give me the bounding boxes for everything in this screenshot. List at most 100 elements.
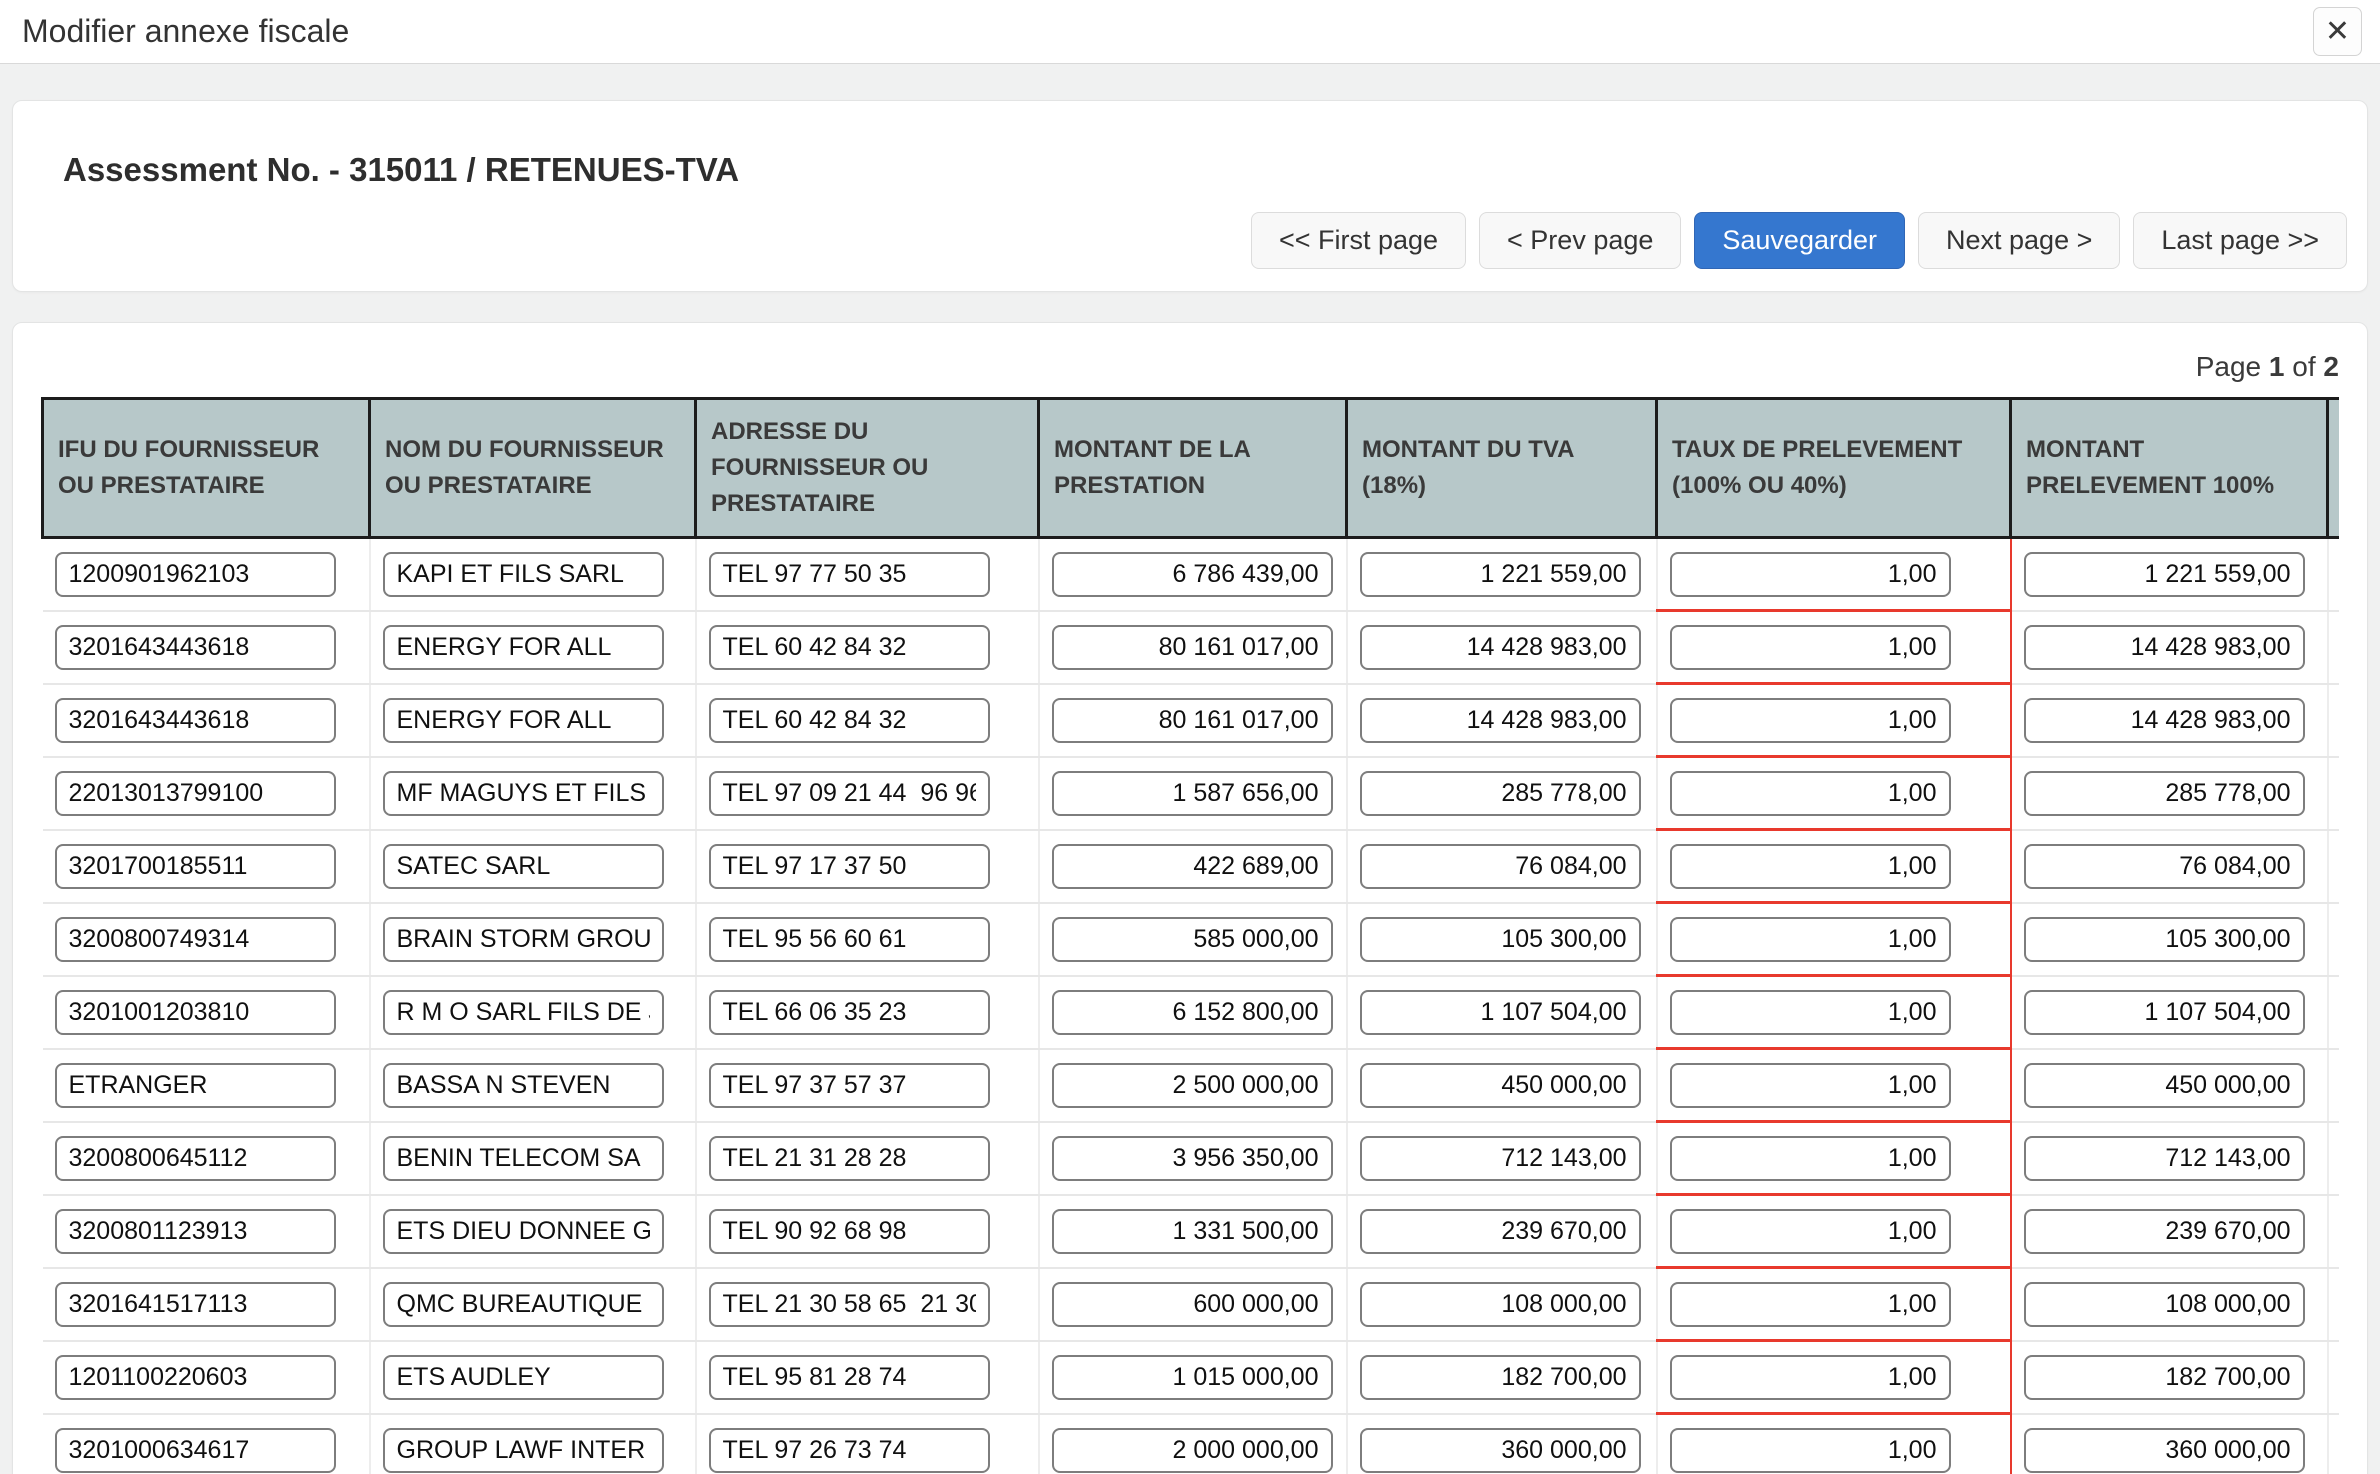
cell-input-col4[interactable] — [1052, 1428, 1333, 1473]
cell-input-col2[interactable] — [383, 1282, 664, 1327]
cell-input-col7[interactable] — [2024, 1136, 2305, 1181]
cell-input-col1[interactable] — [55, 552, 336, 597]
cell-input-col7[interactable] — [2024, 917, 2305, 962]
cell-input-col3[interactable] — [709, 1428, 990, 1473]
cell-input-col5[interactable] — [1360, 1063, 1641, 1108]
save-button[interactable]: Sauvegarder — [1694, 212, 1905, 269]
cell-input-col7[interactable] — [2024, 1428, 2305, 1473]
cell-input-col2[interactable] — [383, 552, 664, 597]
cell-input-col1[interactable] — [55, 771, 336, 816]
cell-input-col6[interactable] — [1670, 1355, 1951, 1400]
cell-input-col3[interactable] — [709, 1136, 990, 1181]
cell-input-col2[interactable] — [383, 698, 664, 743]
cell-input-col2[interactable] — [383, 1136, 664, 1181]
cell-input-col1[interactable] — [55, 698, 336, 743]
cell-input-col5[interactable] — [1360, 1428, 1641, 1473]
first-page-button[interactable]: << First page — [1251, 212, 1466, 269]
cell-input-col3[interactable] — [709, 1355, 990, 1400]
cell-input-col1[interactable] — [55, 990, 336, 1035]
cell-input-col6[interactable] — [1670, 990, 1951, 1035]
cell-input-col1[interactable] — [55, 1209, 336, 1254]
cell-input-col3[interactable] — [709, 1282, 990, 1327]
cell-input-col5[interactable] — [1360, 990, 1641, 1035]
cell-input-col1[interactable] — [55, 844, 336, 889]
cell-input-col4[interactable] — [1052, 552, 1333, 597]
cell-input-col1[interactable] — [55, 1428, 336, 1473]
cell-input-col6[interactable] — [1670, 1282, 1951, 1327]
cell-input-col2[interactable] — [383, 625, 664, 670]
cell-input-col5[interactable] — [1360, 625, 1641, 670]
cell-input-col4[interactable] — [1052, 1209, 1333, 1254]
cell-input-col3[interactable] — [709, 990, 990, 1035]
cell-input-col1[interactable] — [55, 1355, 336, 1400]
cell-input-col3[interactable] — [709, 1063, 990, 1108]
cell-input-col2[interactable] — [383, 917, 664, 962]
cell-input-col4[interactable] — [1052, 1282, 1333, 1327]
cell-input-col4[interactable] — [1052, 771, 1333, 816]
cell-input-col4[interactable] — [1052, 1136, 1333, 1181]
cell-input-col2[interactable] — [383, 1063, 664, 1108]
cell-input-col6[interactable] — [1670, 844, 1951, 889]
cell-input-col5[interactable] — [1360, 917, 1641, 962]
cell-input-col7[interactable] — [2024, 1355, 2305, 1400]
cell-input-col7[interactable] — [2024, 625, 2305, 670]
cell-input-col6[interactable] — [1670, 1136, 1951, 1181]
cell-input-col3[interactable] — [709, 1209, 990, 1254]
cell-input-col5[interactable] — [1360, 1282, 1641, 1327]
cell-input-col4[interactable] — [1052, 917, 1333, 962]
cell-input-col7[interactable] — [2024, 771, 2305, 816]
cell-input-col3[interactable] — [709, 698, 990, 743]
cell-input-col5[interactable] — [1360, 1136, 1641, 1181]
table-scroll-area[interactable]: IFU DU FOURNISSEUR OU PRESTATAIRENOM DU … — [41, 397, 2339, 1474]
cell-input-col1[interactable] — [55, 625, 336, 670]
close-button[interactable]: ✕ — [2313, 7, 2362, 56]
cell-input-col7[interactable] — [2024, 844, 2305, 889]
cell-input-col6[interactable] — [1670, 625, 1951, 670]
cell-input-col5[interactable] — [1360, 1355, 1641, 1400]
cell-input-col7[interactable] — [2024, 1209, 2305, 1254]
cell-input-col7[interactable] — [2024, 1063, 2305, 1108]
cell-input-col4[interactable] — [1052, 1063, 1333, 1108]
cell-input-col5[interactable] — [1360, 771, 1641, 816]
cell-input-col3[interactable] — [709, 552, 990, 597]
cell-input-col7[interactable] — [2024, 990, 2305, 1035]
cell-input-col6[interactable] — [1670, 771, 1951, 816]
cell-input-col6[interactable] — [1670, 1209, 1951, 1254]
cell-input-col1[interactable] — [55, 1282, 336, 1327]
cell-input-col5[interactable] — [1360, 1209, 1641, 1254]
cell-input-col2[interactable] — [383, 1209, 664, 1254]
cell-input-col2[interactable] — [383, 1428, 664, 1473]
cell-input-col2[interactable] — [383, 990, 664, 1035]
cell-input-col6[interactable] — [1670, 917, 1951, 962]
cell-input-col4[interactable] — [1052, 698, 1333, 743]
cell-input-col4[interactable] — [1052, 844, 1333, 889]
prev-page-button[interactable]: < Prev page — [1479, 212, 1681, 269]
cell-input-col1[interactable] — [55, 917, 336, 962]
cell-input-col3[interactable] — [709, 771, 990, 816]
cell-input-col5[interactable] — [1360, 552, 1641, 597]
cell-input-col2[interactable] — [383, 844, 664, 889]
cell-input-col5[interactable] — [1360, 698, 1641, 743]
next-page-button[interactable]: Next page > — [1918, 212, 2120, 269]
cell-col7 — [2011, 976, 2328, 1049]
cell-input-col2[interactable] — [383, 1355, 664, 1400]
cell-input-col5[interactable] — [1360, 844, 1641, 889]
cell-input-col6[interactable] — [1670, 698, 1951, 743]
cell-input-col4[interactable] — [1052, 990, 1333, 1035]
cell-input-col3[interactable] — [709, 625, 990, 670]
cell-col7 — [2011, 538, 2328, 611]
cell-input-col4[interactable] — [1052, 1355, 1333, 1400]
cell-input-col1[interactable] — [55, 1063, 336, 1108]
cell-input-col6[interactable] — [1670, 1063, 1951, 1108]
cell-input-col2[interactable] — [383, 771, 664, 816]
cell-input-col7[interactable] — [2024, 552, 2305, 597]
cell-input-col7[interactable] — [2024, 1282, 2305, 1327]
cell-input-col1[interactable] — [55, 1136, 336, 1181]
cell-input-col3[interactable] — [709, 844, 990, 889]
cell-input-col6[interactable] — [1670, 552, 1951, 597]
cell-input-col3[interactable] — [709, 917, 990, 962]
cell-input-col7[interactable] — [2024, 698, 2305, 743]
cell-input-col6[interactable] — [1670, 1428, 1951, 1473]
last-page-button[interactable]: Last page >> — [2133, 212, 2347, 269]
cell-input-col4[interactable] — [1052, 625, 1333, 670]
